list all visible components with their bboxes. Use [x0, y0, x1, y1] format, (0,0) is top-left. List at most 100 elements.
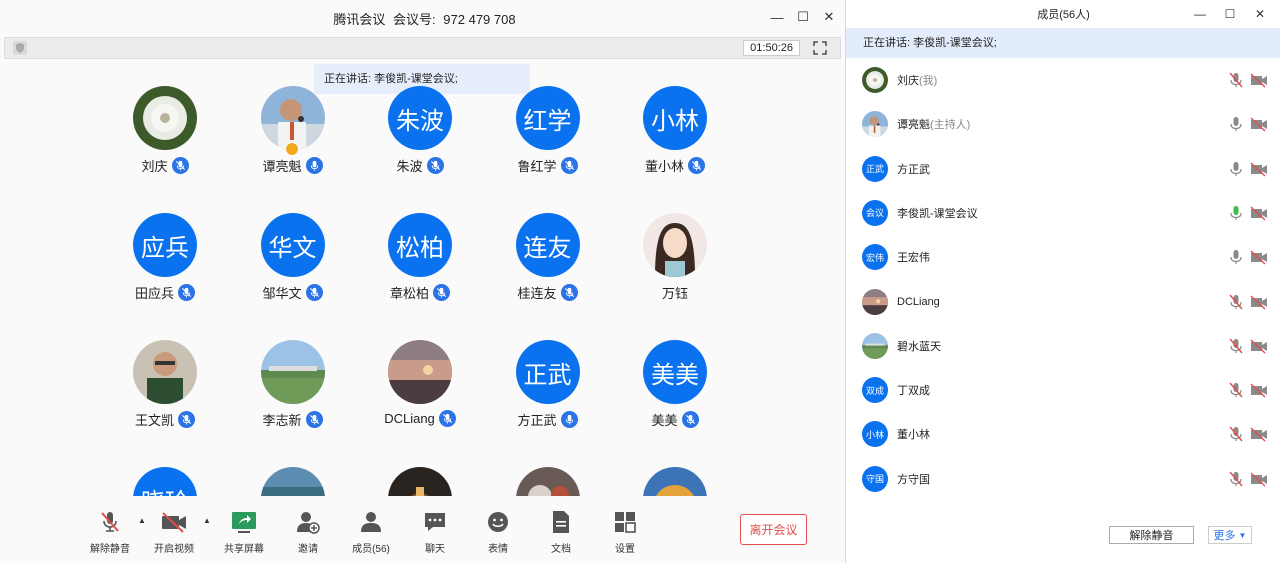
close-icon[interactable]: ✕	[821, 8, 837, 26]
meeting-timer: 01:50:26	[743, 40, 800, 56]
participant-tile[interactable]	[228, 467, 356, 496]
close-icon[interactable]: ✕	[1252, 5, 1268, 23]
mic-speaking-icon[interactable]	[1229, 205, 1243, 221]
camera-off-icon[interactable]	[1250, 382, 1268, 398]
minimize-icon[interactable]: —	[769, 8, 785, 26]
camera-off-icon[interactable]	[1250, 426, 1268, 442]
participant-name-row: 邹华文	[228, 283, 358, 302]
participant-name: 谭亮魁	[262, 159, 302, 174]
participant-tile[interactable]: DCLiang	[355, 340, 483, 440]
participant-tile[interactable]: 王文凯	[100, 340, 228, 440]
camera-off-icon[interactable]	[1250, 294, 1268, 310]
shield-icon[interactable]	[13, 41, 27, 55]
member-row[interactable]: 宏伟 王宏伟	[846, 235, 1280, 279]
member-row[interactable]: 小林 董小林	[846, 412, 1280, 456]
mic-on-icon[interactable]	[1229, 161, 1243, 177]
participant-name-row: 方正武	[483, 410, 613, 429]
camera-off-icon[interactable]	[1250, 205, 1268, 221]
member-row[interactable]: 谭亮魁(主持人)	[846, 102, 1280, 146]
member-row[interactable]: 守国 方守国	[846, 457, 1280, 501]
fullscreen-icon[interactable]	[812, 40, 828, 56]
participant-tile[interactable]: 连友 桂连友	[483, 213, 611, 313]
participant-tile[interactable]: 万钰	[610, 213, 738, 313]
participant-tile[interactable]	[610, 467, 738, 496]
mic-muted-icon[interactable]	[1229, 382, 1243, 398]
audio-options-caret-icon[interactable]: ▲	[138, 516, 146, 525]
share-screen-button[interactable]: 共享屏幕	[216, 510, 272, 555]
participant-tile[interactable]: 刘庆	[100, 86, 228, 186]
member-row[interactable]: 双成 丁双成	[846, 368, 1280, 412]
participant-name-row: 刘庆	[100, 156, 230, 175]
participant-name: 邹华文	[262, 286, 302, 301]
mic-on-icon[interactable]	[1229, 116, 1243, 132]
mic-muted-icon[interactable]	[1229, 338, 1243, 354]
camera-off-icon	[162, 512, 186, 533]
participant-tile[interactable]: 小林 董小林	[610, 86, 738, 186]
participant-tile[interactable]: 华文 邹华文	[228, 213, 356, 313]
participant-tile[interactable]: 美美 美美	[610, 340, 738, 440]
more-button[interactable]: 更多 ▼	[1208, 526, 1252, 544]
unmute-button[interactable]: 解除静音	[82, 510, 138, 555]
participant-tile[interactable]: 李志新	[228, 340, 356, 440]
grid-settings-icon	[615, 512, 636, 533]
leave-meeting-button[interactable]: 离开会议	[740, 514, 807, 545]
window-controls: — ☐ ✕	[769, 8, 837, 26]
avatar	[515, 467, 580, 496]
member-name-text: 碧水蓝天	[897, 340, 941, 353]
avatar	[260, 340, 325, 404]
participant-tile[interactable]	[483, 467, 611, 496]
participant-tile[interactable]: 晓玲	[100, 467, 228, 496]
member-row[interactable]: 会议 李俊凯-课堂会议	[846, 191, 1280, 235]
video-options-caret-icon[interactable]: ▲	[203, 516, 211, 525]
participant-tile[interactable]: 应兵 田应兵	[100, 213, 228, 313]
participant-tile[interactable]: 松柏 章松柏	[355, 213, 483, 313]
camera-off-icon[interactable]	[1250, 116, 1268, 132]
member-row[interactable]: 正武 方正武	[846, 147, 1280, 191]
member-panel: 成员(56人) — ☐ ✕ 正在讲话: 李俊凯-课堂会议; 刘庆(我) 谭亮魁(主…	[845, 0, 1280, 563]
mic-muted-icon[interactable]	[1229, 471, 1243, 487]
participant-tile[interactable]: 红学 鲁红学	[483, 86, 611, 186]
mic-muted-icon[interactable]	[1229, 294, 1243, 310]
unmute-all-button[interactable]: 解除静音	[1109, 526, 1194, 544]
participant-tile[interactable]: 谭亮魁	[228, 86, 356, 186]
participant-tile[interactable]: 朱波 朱波	[355, 86, 483, 186]
participant-tile[interactable]	[355, 467, 483, 496]
avatar	[643, 213, 707, 277]
invite-button[interactable]: 邀请	[280, 510, 336, 555]
member-row[interactable]: 碧水蓝天	[846, 324, 1280, 368]
camera-off-icon[interactable]	[1250, 338, 1268, 354]
avatar: 小林	[862, 421, 888, 448]
maximize-icon[interactable]: ☐	[795, 8, 811, 26]
participant-name: 方正武	[517, 413, 557, 428]
maximize-icon[interactable]: ☐	[1222, 5, 1238, 23]
reactions-button[interactable]: 表情	[470, 510, 526, 555]
mic-muted-icon[interactable]	[1229, 72, 1243, 88]
participant-name-row: DCLiang	[355, 410, 485, 427]
chat-button[interactable]: 聊天	[407, 510, 463, 555]
member-name-text: 丁双成	[897, 385, 930, 398]
member-name-text: 谭亮魁	[897, 119, 930, 132]
participant-tile[interactable]: 正武 方正武	[483, 340, 611, 440]
settings-button[interactable]: 设置	[597, 510, 653, 555]
docs-button[interactable]: 文档	[533, 510, 589, 555]
unmute-label: 解除静音	[90, 544, 130, 555]
members-button[interactable]: 成员(56)	[343, 510, 399, 555]
member-row[interactable]: DCLiang	[846, 280, 1280, 324]
minimize-icon[interactable]: —	[1192, 5, 1208, 23]
avatar	[862, 288, 888, 315]
start-video-button[interactable]: 开启视频	[146, 510, 202, 555]
camera-off-icon[interactable]	[1250, 72, 1268, 88]
invite-label: 邀请	[298, 544, 318, 555]
mic-on-icon[interactable]	[1229, 249, 1243, 265]
avatar	[862, 67, 888, 93]
settings-label: 设置	[615, 544, 635, 555]
mic-muted-badge-icon	[171, 157, 189, 174]
mic-muted-icon[interactable]	[1229, 426, 1243, 442]
camera-off-icon[interactable]	[1250, 249, 1268, 265]
camera-off-icon[interactable]	[1250, 161, 1268, 177]
avatar: 应兵	[133, 213, 197, 277]
member-row[interactable]: 刘庆(我)	[846, 58, 1280, 102]
camera-off-icon[interactable]	[1250, 471, 1268, 487]
panel-speaking-indicator: 正在讲话: 李俊凯-课堂会议;	[846, 28, 1280, 58]
participant-name-row: 万钰	[610, 283, 740, 302]
